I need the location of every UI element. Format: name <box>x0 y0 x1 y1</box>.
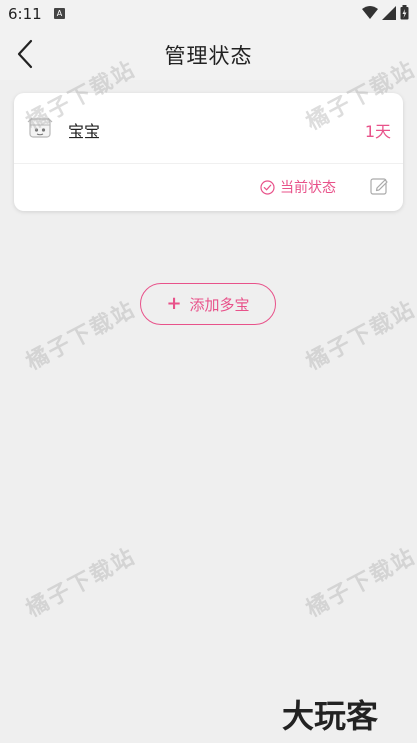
add-baby-label: 添加多宝 <box>189 295 250 314</box>
status-icons <box>362 5 409 20</box>
app-bar: 管理状态 <box>0 28 417 80</box>
baby-card[interactable]: 宝宝 1天 当前状态 <box>14 93 403 211</box>
baby-card-header[interactable]: 宝宝 1天 <box>14 93 403 163</box>
watermark: 橘子下载站 <box>22 543 141 623</box>
current-status-label: 当前状态 <box>280 180 336 196</box>
current-status-indicator[interactable]: 当前状态 <box>260 177 336 197</box>
watermark: 橘子下载站 <box>302 543 417 623</box>
signal-icon <box>382 5 396 20</box>
baby-days: 1天 <box>364 122 391 141</box>
brand-logo: 大玩客 <box>282 697 379 735</box>
add-baby-button[interactable]: + 添加多宝 <box>140 283 276 325</box>
edit-button[interactable] <box>369 176 389 196</box>
page-title: 管理状态 <box>164 44 253 68</box>
check-circle-icon <box>260 179 275 195</box>
card-divider <box>14 163 403 164</box>
baby-name: 宝宝 <box>68 122 101 141</box>
notification-a-icon: A <box>54 8 65 19</box>
status-bar: 6:11 A <box>0 0 417 28</box>
plus-icon: + <box>166 293 182 314</box>
baby-avatar-icon <box>27 117 53 138</box>
watermark: 橘子下载站 <box>302 296 417 376</box>
status-time: 6:11 <box>8 5 42 23</box>
edit-icon <box>370 178 388 195</box>
watermark: 橘子下载站 <box>22 296 141 376</box>
wifi-icon <box>362 5 378 19</box>
battery-icon <box>400 5 409 20</box>
